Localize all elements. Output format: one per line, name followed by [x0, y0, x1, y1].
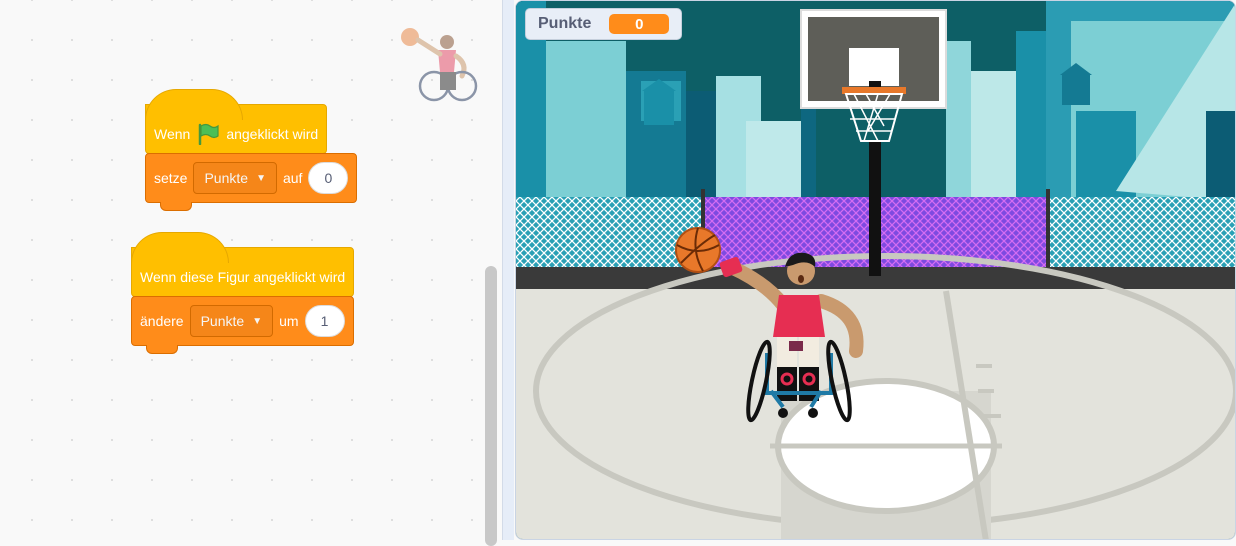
- monitor-value: 0: [609, 14, 670, 34]
- sprite-thumbnail: [401, 28, 478, 102]
- change-label: ändere: [140, 313, 184, 329]
- vertical-scrollbar[interactable]: [485, 266, 497, 546]
- variable-monitor[interactable]: Punkte 0: [525, 8, 683, 40]
- panel-divider: [502, 0, 514, 540]
- set-label: setze: [154, 170, 188, 186]
- value-input[interactable]: 1: [304, 305, 345, 337]
- to-label: auf: [282, 170, 303, 186]
- when-flag-clicked-block[interactable]: Wenn angeklickt wird: [145, 89, 328, 154]
- variable-dropdown-label: Punkte: [200, 313, 245, 329]
- stage[interactable]: Punkte 0: [515, 0, 1236, 540]
- set-variable-block[interactable]: setze Punkte ▼ auf 0: [145, 153, 358, 211]
- green-flag-icon: [199, 123, 219, 145]
- hat-suffix-text: angeklickt wird: [226, 126, 319, 142]
- when-sprite-clicked-block[interactable]: Wenn diese Figur angeklickt wird: [131, 232, 355, 297]
- block-notch: [160, 202, 192, 211]
- dropdown-caret-icon: ▼: [256, 172, 266, 184]
- hat-prefix-text: Wenn: [154, 126, 191, 142]
- variable-dropdown-label: Punkte: [204, 170, 249, 186]
- variable-dropdown[interactable]: Punkte ▼: [193, 162, 277, 194]
- monitor-label: Punkte: [538, 15, 592, 32]
- block-notch: [146, 345, 178, 354]
- dropdown-caret-icon: ▼: [252, 315, 263, 327]
- by-label: um: [279, 313, 299, 329]
- hat-label: Wenn diese Figur angeklickt wird: [140, 269, 346, 285]
- variable-dropdown[interactable]: Punkte ▼: [189, 305, 274, 337]
- wheelchair-player-sprite[interactable]: [671, 223, 881, 423]
- value-input[interactable]: 0: [308, 162, 349, 194]
- code-area[interactable]: Wenn angeklickt wird setze Punkte ▼ auf …: [0, 0, 502, 546]
- change-variable-block[interactable]: ändere Punkte ▼ um 1: [131, 296, 354, 354]
